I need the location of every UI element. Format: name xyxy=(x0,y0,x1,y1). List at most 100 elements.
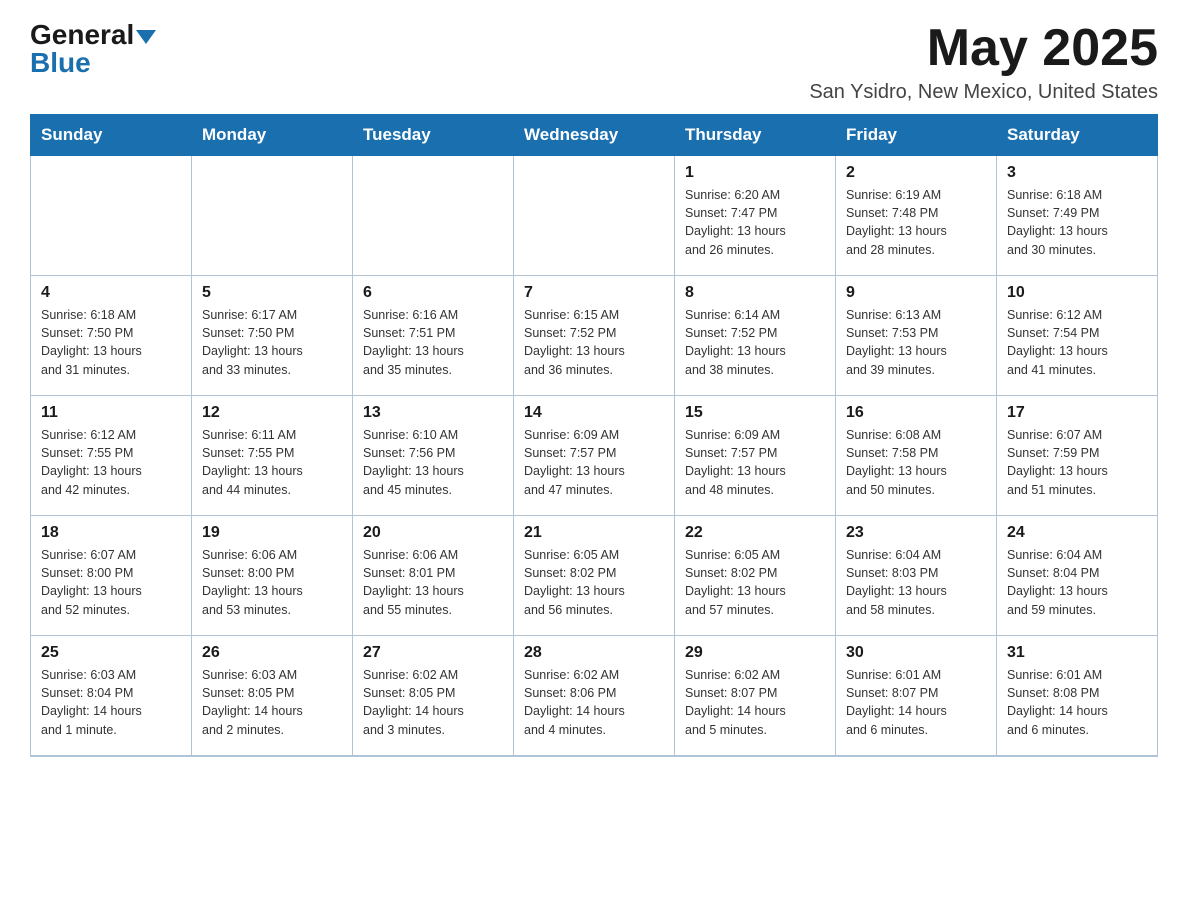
day-number: 15 xyxy=(685,404,825,422)
calendar-week-row: 1 Sunrise: 6:20 AM Sunset: 7:47 PM Daylig… xyxy=(31,156,1158,276)
calendar-header-tuesday: Tuesday xyxy=(353,115,514,156)
day-number: 28 xyxy=(524,644,664,662)
calendar-cell: 22 Sunrise: 6:05 AM Sunset: 8:02 PM Dayli… xyxy=(675,516,836,636)
calendar-header-thursday: Thursday xyxy=(675,115,836,156)
day-info: Sunrise: 6:03 AM Sunset: 8:05 PM Dayligh… xyxy=(202,666,342,739)
calendar-cell xyxy=(353,156,514,276)
calendar-cell: 27 Sunrise: 6:02 AM Sunset: 8:05 PM Dayli… xyxy=(353,636,514,756)
day-number: 5 xyxy=(202,284,342,302)
calendar-cell: 24 Sunrise: 6:04 AM Sunset: 8:04 PM Dayli… xyxy=(997,516,1158,636)
calendar-cell: 6 Sunrise: 6:16 AM Sunset: 7:51 PM Daylig… xyxy=(353,276,514,396)
calendar-cell: 29 Sunrise: 6:02 AM Sunset: 8:07 PM Dayli… xyxy=(675,636,836,756)
day-number: 8 xyxy=(685,284,825,302)
day-number: 25 xyxy=(41,644,181,662)
day-number: 7 xyxy=(524,284,664,302)
day-number: 22 xyxy=(685,524,825,542)
day-info: Sunrise: 6:09 AM Sunset: 7:57 PM Dayligh… xyxy=(524,426,664,499)
day-number: 23 xyxy=(846,524,986,542)
calendar-cell xyxy=(31,156,192,276)
day-info: Sunrise: 6:02 AM Sunset: 8:07 PM Dayligh… xyxy=(685,666,825,739)
calendar-header-saturday: Saturday xyxy=(997,115,1158,156)
calendar-cell: 13 Sunrise: 6:10 AM Sunset: 7:56 PM Dayli… xyxy=(353,396,514,516)
calendar-cell: 4 Sunrise: 6:18 AM Sunset: 7:50 PM Daylig… xyxy=(31,276,192,396)
calendar-cell xyxy=(514,156,675,276)
day-info: Sunrise: 6:19 AM Sunset: 7:48 PM Dayligh… xyxy=(846,186,986,259)
logo-text-line2: Blue xyxy=(30,47,91,79)
day-number: 18 xyxy=(41,524,181,542)
day-info: Sunrise: 6:12 AM Sunset: 7:55 PM Dayligh… xyxy=(41,426,181,499)
day-number: 11 xyxy=(41,404,181,422)
day-number: 13 xyxy=(363,404,503,422)
calendar-cell: 28 Sunrise: 6:02 AM Sunset: 8:06 PM Dayli… xyxy=(514,636,675,756)
day-info: Sunrise: 6:10 AM Sunset: 7:56 PM Dayligh… xyxy=(363,426,503,499)
calendar-header-monday: Monday xyxy=(192,115,353,156)
calendar-cell: 8 Sunrise: 6:14 AM Sunset: 7:52 PM Daylig… xyxy=(675,276,836,396)
calendar-cell: 23 Sunrise: 6:04 AM Sunset: 8:03 PM Dayli… xyxy=(836,516,997,636)
calendar-cell: 7Sunrise: 6:15 AM Sunset: 7:52 PM Daylig… xyxy=(514,276,675,396)
calendar-cell: 5 Sunrise: 6:17 AM Sunset: 7:50 PM Daylig… xyxy=(192,276,353,396)
calendar-cell xyxy=(192,156,353,276)
day-info: Sunrise: 6:20 AM Sunset: 7:47 PM Dayligh… xyxy=(685,186,825,259)
calendar-cell: 18 Sunrise: 6:07 AM Sunset: 8:00 PM Dayli… xyxy=(31,516,192,636)
calendar-cell: 19 Sunrise: 6:06 AM Sunset: 8:00 PM Dayli… xyxy=(192,516,353,636)
day-info: Sunrise: 6:09 AM Sunset: 7:57 PM Dayligh… xyxy=(685,426,825,499)
calendar-header-row: SundayMondayTuesdayWednesdayThursdayFrid… xyxy=(31,115,1158,156)
calendar-cell: 21Sunrise: 6:05 AM Sunset: 8:02 PM Dayli… xyxy=(514,516,675,636)
day-number: 17 xyxy=(1007,404,1147,422)
day-number: 21 xyxy=(524,524,664,542)
day-number: 30 xyxy=(846,644,986,662)
day-info: Sunrise: 6:04 AM Sunset: 8:03 PM Dayligh… xyxy=(846,546,986,619)
calendar-cell: 3Sunrise: 6:18 AM Sunset: 7:49 PM Daylig… xyxy=(997,156,1158,276)
logo-arrow-icon xyxy=(136,30,156,44)
day-info: Sunrise: 6:17 AM Sunset: 7:50 PM Dayligh… xyxy=(202,306,342,379)
day-info: Sunrise: 6:07 AM Sunset: 7:59 PM Dayligh… xyxy=(1007,426,1147,499)
day-info: Sunrise: 6:04 AM Sunset: 8:04 PM Dayligh… xyxy=(1007,546,1147,619)
day-number: 24 xyxy=(1007,524,1147,542)
day-number: 9 xyxy=(846,284,986,302)
title-block: May 2025 San Ysidro, New Mexico, United … xyxy=(809,20,1158,104)
day-info: Sunrise: 6:05 AM Sunset: 8:02 PM Dayligh… xyxy=(685,546,825,619)
logo: General Blue xyxy=(30,20,156,79)
day-number: 16 xyxy=(846,404,986,422)
day-number: 14 xyxy=(524,404,664,422)
day-number: 31 xyxy=(1007,644,1147,662)
calendar-week-row: 25 Sunrise: 6:03 AM Sunset: 8:04 PM Dayli… xyxy=(31,636,1158,756)
day-number: 2 xyxy=(846,164,986,182)
day-number: 29 xyxy=(685,644,825,662)
day-info: Sunrise: 6:06 AM Sunset: 8:01 PM Dayligh… xyxy=(363,546,503,619)
calendar-cell: 11 Sunrise: 6:12 AM Sunset: 7:55 PM Dayli… xyxy=(31,396,192,516)
day-number: 4 xyxy=(41,284,181,302)
day-info: Sunrise: 6:02 AM Sunset: 8:05 PM Dayligh… xyxy=(363,666,503,739)
month-year-title: May 2025 xyxy=(809,20,1158,77)
day-info: Sunrise: 6:16 AM Sunset: 7:51 PM Dayligh… xyxy=(363,306,503,379)
day-info: Sunrise: 6:06 AM Sunset: 8:00 PM Dayligh… xyxy=(202,546,342,619)
day-number: 19 xyxy=(202,524,342,542)
calendar-cell: 12 Sunrise: 6:11 AM Sunset: 7:55 PM Dayli… xyxy=(192,396,353,516)
day-info: Sunrise: 6:12 AM Sunset: 7:54 PM Dayligh… xyxy=(1007,306,1147,379)
calendar-cell: 16Sunrise: 6:08 AM Sunset: 7:58 PM Dayli… xyxy=(836,396,997,516)
calendar-cell: 15 Sunrise: 6:09 AM Sunset: 7:57 PM Dayli… xyxy=(675,396,836,516)
day-info: Sunrise: 6:03 AM Sunset: 8:04 PM Dayligh… xyxy=(41,666,181,739)
calendar-cell: 9 Sunrise: 6:13 AM Sunset: 7:53 PM Daylig… xyxy=(836,276,997,396)
day-number: 6 xyxy=(363,284,503,302)
calendar-cell: 10 Sunrise: 6:12 AM Sunset: 7:54 PM Dayli… xyxy=(997,276,1158,396)
day-info: Sunrise: 6:07 AM Sunset: 8:00 PM Dayligh… xyxy=(41,546,181,619)
day-info: Sunrise: 6:14 AM Sunset: 7:52 PM Dayligh… xyxy=(685,306,825,379)
day-info: Sunrise: 6:11 AM Sunset: 7:55 PM Dayligh… xyxy=(202,426,342,499)
day-info: Sunrise: 6:01 AM Sunset: 8:07 PM Dayligh… xyxy=(846,666,986,739)
calendar-header-friday: Friday xyxy=(836,115,997,156)
day-number: 27 xyxy=(363,644,503,662)
day-info: Sunrise: 6:18 AM Sunset: 7:50 PM Dayligh… xyxy=(41,306,181,379)
day-info: Sunrise: 6:18 AM Sunset: 7:49 PM Dayligh… xyxy=(1007,186,1147,259)
calendar-cell: 1 Sunrise: 6:20 AM Sunset: 7:47 PM Daylig… xyxy=(675,156,836,276)
day-number: 12 xyxy=(202,404,342,422)
day-number: 10 xyxy=(1007,284,1147,302)
calendar-cell: 17 Sunrise: 6:07 AM Sunset: 7:59 PM Dayli… xyxy=(997,396,1158,516)
location-subtitle: San Ysidro, New Mexico, United States xyxy=(809,81,1158,104)
day-number: 26 xyxy=(202,644,342,662)
calendar-cell: 20Sunrise: 6:06 AM Sunset: 8:01 PM Dayli… xyxy=(353,516,514,636)
day-number: 1 xyxy=(685,164,825,182)
calendar-header-sunday: Sunday xyxy=(31,115,192,156)
day-info: Sunrise: 6:13 AM Sunset: 7:53 PM Dayligh… xyxy=(846,306,986,379)
day-info: Sunrise: 6:02 AM Sunset: 8:06 PM Dayligh… xyxy=(524,666,664,739)
